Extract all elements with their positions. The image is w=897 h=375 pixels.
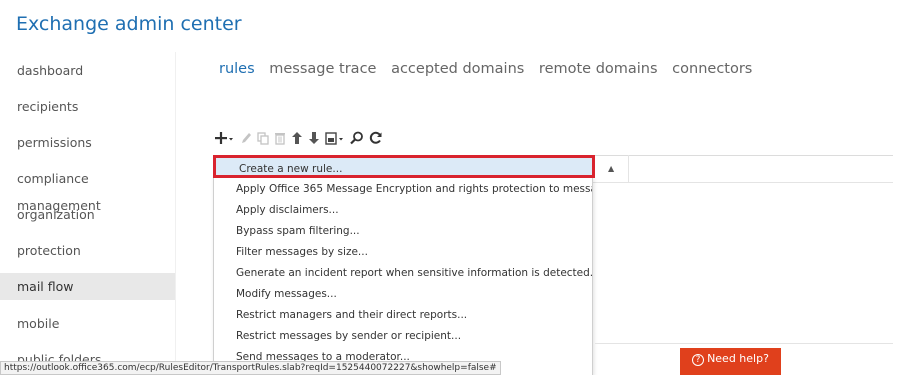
sidebar-item-organization[interactable]: organization	[0, 201, 175, 228]
question-icon: ?	[692, 354, 705, 366]
grid-bottom-divider	[595, 343, 893, 344]
need-help-button[interactable]: ? Need help?	[680, 348, 781, 375]
copy-icon[interactable]	[256, 128, 270, 148]
sidebar-item-mobile[interactable]: mobile	[0, 310, 175, 337]
delete-icon[interactable]	[273, 128, 287, 148]
menu-item-apply-encryption[interactable]: Apply Office 365 Message Encryption and …	[214, 179, 592, 200]
add-icon[interactable]	[214, 128, 236, 148]
menu-item-incident-report[interactable]: Generate an incident report when sensiti…	[214, 263, 592, 284]
sidebar-item-permissions[interactable]: permissions	[0, 129, 175, 156]
sidebar-item-protection[interactable]: protection	[0, 237, 175, 264]
menu-item-restrict-sender[interactable]: Restrict messages by sender or recipient…	[214, 326, 592, 347]
sidebar-item-mail-flow[interactable]: mail flow	[0, 273, 175, 300]
sidebar-divider	[175, 52, 176, 375]
tab-accepted-domains[interactable]: accepted domains	[391, 61, 524, 77]
tab-remote-domains[interactable]: remote domains	[539, 61, 658, 77]
move-up-icon[interactable]	[290, 128, 304, 148]
sort-ascending-icon[interactable]: ▲	[608, 164, 614, 173]
sidebar-nav: dashboard recipients permissions complia…	[0, 52, 175, 375]
menu-item-modify-messages[interactable]: Modify messages...	[214, 284, 592, 305]
search-icon[interactable]	[349, 128, 365, 148]
need-help-label: Need help?	[707, 352, 769, 365]
menu-item-bypass-spam[interactable]: Bypass spam filtering...	[214, 221, 592, 242]
menu-item-restrict-managers[interactable]: Restrict managers and their direct repor…	[214, 305, 592, 326]
toolbar	[214, 128, 387, 148]
menu-item-create-new-rule[interactable]: Create a new rule...	[213, 155, 595, 178]
tab-connectors[interactable]: connectors	[672, 61, 752, 77]
tab-rules[interactable]: rules	[219, 61, 255, 77]
sidebar-item-dashboard[interactable]: dashboard	[0, 57, 175, 84]
new-rule-dropdown: Apply Office 365 Message Encryption and …	[213, 176, 593, 375]
grid-column-divider	[628, 155, 629, 183]
sidebar-item-compliance-management[interactable]: compliance management	[0, 165, 175, 213]
browser-status-url: https://outlook.office365.com/ecp/RulesE…	[0, 361, 501, 375]
refresh-icon[interactable]	[368, 128, 384, 148]
tab-message-trace[interactable]: message trace	[269, 61, 376, 77]
app-title: Exchange admin center	[16, 13, 242, 35]
menu-item-apply-disclaimers[interactable]: Apply disclaimers...	[214, 200, 592, 221]
edit-icon[interactable]	[239, 128, 253, 148]
tab-bar: rules message trace accepted domains rem…	[219, 61, 762, 77]
export-icon[interactable]	[324, 128, 346, 148]
menu-item-filter-size[interactable]: Filter messages by size...	[214, 242, 592, 263]
move-down-icon[interactable]	[307, 128, 321, 148]
sidebar-item-recipients[interactable]: recipients	[0, 93, 175, 120]
